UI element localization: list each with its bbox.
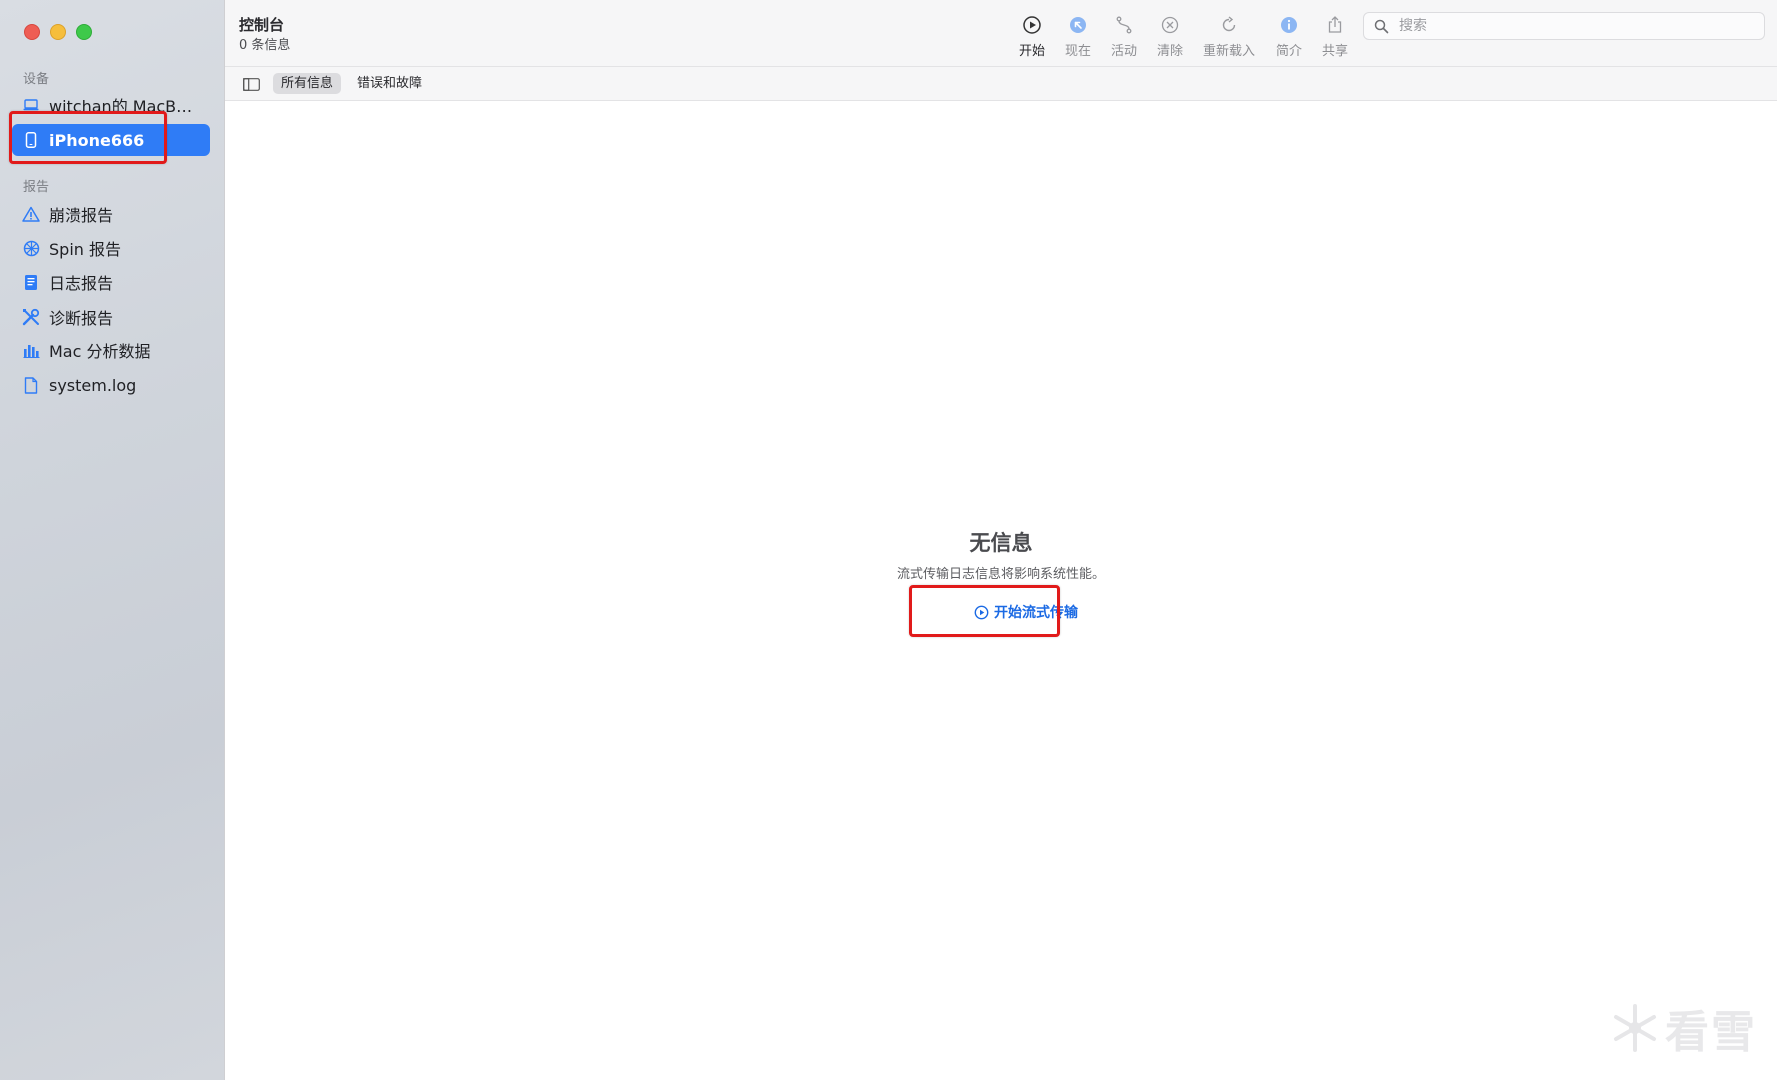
sidebar-item-label: 崩溃报告 bbox=[49, 206, 114, 225]
filter-bar: 所有信息 错误和故障 bbox=[225, 67, 1777, 101]
activity-button[interactable]: 活动 bbox=[1098, 14, 1150, 59]
close-window-button[interactable] bbox=[24, 24, 40, 40]
play-icon bbox=[1006, 14, 1058, 36]
sidebar-item-system-log[interactable]: system.log bbox=[12, 369, 210, 401]
sidebar-item-log-reports[interactable]: 日志报告 bbox=[12, 266, 210, 298]
now-arrow-icon bbox=[1052, 14, 1104, 36]
document-list-icon bbox=[22, 273, 40, 291]
sidebar-item-label: Mac 分析数据 bbox=[49, 342, 151, 361]
empty-state-title: 无信息 bbox=[969, 531, 1033, 555]
sidebar: 设备 witchan的 MacBo... iPhone666 报告 崩溃报告 S… bbox=[0, 0, 225, 1080]
clear-icon bbox=[1144, 14, 1196, 36]
sidebar-item-diagnostic-reports[interactable]: 诊断报告 bbox=[12, 301, 210, 333]
highlight-box-iphone bbox=[9, 111, 167, 164]
message-count: 0 条信息 bbox=[239, 38, 291, 53]
sidebar-item-label: system.log bbox=[49, 375, 137, 395]
toolbar-button-label: 活动 bbox=[1110, 44, 1137, 59]
watermark-text: 看雪 bbox=[1665, 1007, 1757, 1058]
filter-all-messages[interactable]: 所有信息 bbox=[273, 73, 342, 94]
sidebar-item-crash-reports[interactable]: 崩溃报告 bbox=[12, 198, 210, 230]
info-button[interactable]: 简介 bbox=[1263, 14, 1315, 59]
app-title: 控制台 bbox=[239, 16, 285, 34]
sidebar-item-label: 诊断报告 bbox=[49, 309, 114, 328]
file-icon bbox=[22, 376, 40, 394]
snowflake-icon bbox=[1609, 1002, 1661, 1054]
devices-section-header: 设备 bbox=[23, 72, 50, 87]
search-input[interactable] bbox=[1397, 17, 1741, 35]
search-icon bbox=[1374, 19, 1389, 34]
toolbar-button-label: 开始 bbox=[1018, 44, 1045, 59]
sidebar-toggle-icon[interactable] bbox=[243, 76, 260, 95]
watermark: 看雪 bbox=[1609, 996, 1757, 1060]
toolbar-button-label: 现在 bbox=[1064, 44, 1091, 59]
sidebar-item-spin-reports[interactable]: Spin 报告 bbox=[12, 232, 210, 264]
reports-section-header: 报告 bbox=[23, 180, 50, 195]
tools-icon bbox=[22, 308, 40, 326]
bar-chart-icon bbox=[22, 341, 40, 359]
message-list-area: 无信息 流式传输日志信息将影响系统性能。 开始流式传输 看雪 bbox=[225, 101, 1777, 1080]
activity-icon bbox=[1098, 14, 1150, 36]
toolbar-button-label: 简介 bbox=[1275, 44, 1302, 59]
search-field[interactable] bbox=[1363, 12, 1765, 40]
toolbar-button-label: 清除 bbox=[1156, 44, 1183, 59]
filter-errors-faults[interactable]: 错误和故障 bbox=[349, 73, 430, 94]
reload-button[interactable]: 重新载入 bbox=[1194, 14, 1264, 59]
warning-triangle-icon bbox=[22, 205, 40, 223]
toolbar-button-label: 重新载入 bbox=[1202, 44, 1255, 59]
start-button[interactable]: 开始 bbox=[1006, 14, 1058, 59]
minimize-window-button[interactable] bbox=[50, 24, 66, 40]
sidebar-item-mac-analytics[interactable]: Mac 分析数据 bbox=[12, 334, 210, 366]
sidebar-item-label: Spin 报告 bbox=[49, 240, 121, 259]
info-icon bbox=[1263, 14, 1315, 36]
toolbar: 控制台 0 条信息 开始 现在 活动 清除 重新载入 简介 共享 搜索 bbox=[225, 0, 1777, 67]
now-button[interactable]: 现在 bbox=[1052, 14, 1104, 59]
share-icon bbox=[1309, 14, 1361, 36]
window-controls bbox=[24, 24, 92, 40]
clear-button[interactable]: 清除 bbox=[1144, 14, 1196, 59]
reload-icon bbox=[1194, 14, 1264, 36]
share-button[interactable]: 共享 bbox=[1309, 14, 1361, 59]
empty-state-description: 流式传输日志信息将影响系统性能。 bbox=[896, 567, 1105, 582]
console-window: 设备 witchan的 MacBo... iPhone666 报告 崩溃报告 S… bbox=[0, 0, 1777, 1080]
sidebar-item-label: 日志报告 bbox=[49, 274, 114, 293]
spin-wheel-icon bbox=[22, 239, 40, 257]
zoom-window-button[interactable] bbox=[76, 24, 92, 40]
toolbar-button-label: 共享 bbox=[1321, 44, 1348, 59]
highlight-box-start-streaming bbox=[909, 585, 1060, 637]
